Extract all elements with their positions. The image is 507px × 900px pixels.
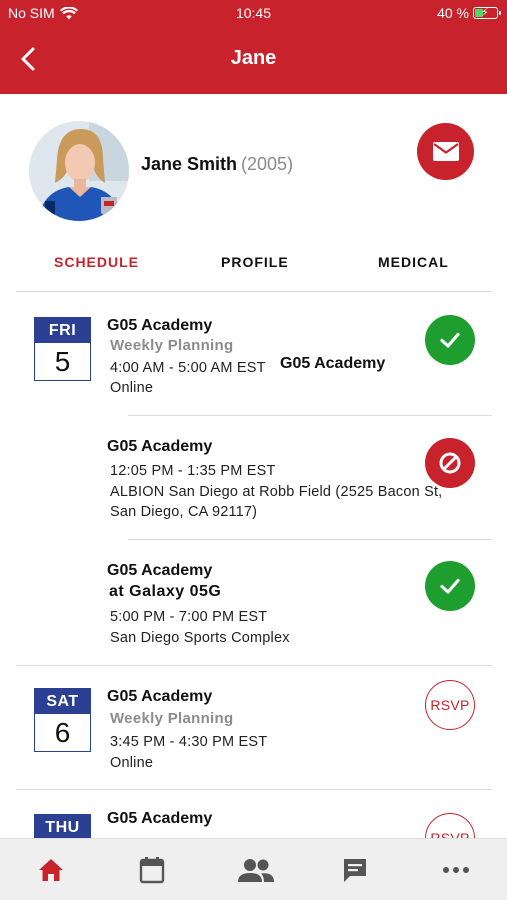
tab-messages[interactable] — [338, 853, 372, 887]
battery-percent: 40 % — [437, 5, 469, 21]
event-row[interactable]: G05 Academy 12:05 PM - 1:35 PM EST ALBIO… — [0, 416, 507, 538]
header: No SIM 10:45 40 % ⚡ Jane — [0, 0, 507, 94]
event-time: 5:00 PM - 7:00 PM EST — [110, 609, 268, 625]
event-subtitle: Weekly Planning — [110, 337, 234, 354]
tab-profile[interactable]: PROFILE — [221, 254, 289, 270]
tab-calendar[interactable] — [135, 853, 169, 887]
rsvp-button[interactable]: RSVP — [425, 813, 475, 838]
event-subtitle: Weekly Planning — [110, 710, 234, 727]
check-icon — [440, 332, 460, 348]
more-icon — [443, 867, 469, 873]
event-overlay-label: G05 Academy — [280, 355, 386, 372]
clock: 10:45 — [235, 5, 272, 21]
tab-home[interactable] — [34, 853, 68, 887]
rsvp-declined-button[interactable] — [425, 438, 475, 488]
schedule-list: FRI 5 G05 Academy Weekly Planning 4:00 A… — [0, 293, 507, 838]
event-row[interactable]: G05 Academy at Galaxy 05G 5:00 PM - 7:00… — [0, 540, 507, 665]
bottom-tab-bar — [0, 838, 507, 900]
event-time: 4:00 AM - 5:00 AM EST — [110, 360, 266, 376]
event-row[interactable]: THU G05 Academy RSVP — [0, 790, 507, 838]
rsvp-attending-button[interactable] — [425, 315, 475, 365]
date-weekday: FRI — [35, 318, 90, 343]
chat-icon — [344, 859, 366, 882]
message-button[interactable] — [417, 123, 474, 180]
event-location: San Diego Sports Complex — [110, 630, 290, 646]
event-row[interactable]: SAT 6 G05 Academy Weekly Planning 3:45 P… — [0, 666, 507, 788]
date-day: 5 — [54, 346, 71, 377]
event-location: Online — [110, 380, 154, 396]
date-badge: FRI 5 — [34, 317, 91, 381]
event-team: G05 Academy — [107, 810, 213, 827]
tab-medical[interactable]: MEDICAL — [378, 254, 449, 270]
tab-schedule[interactable]: SCHEDULE — [54, 254, 139, 270]
player-full-name: Jane Smith — [141, 154, 238, 174]
status-bar: No SIM 10:45 40 % ⚡ — [0, 0, 507, 28]
rsvp-button[interactable]: RSVP — [425, 680, 475, 730]
event-team: G05 Academy — [107, 438, 213, 455]
avatar-photo — [29, 121, 129, 221]
check-icon — [440, 578, 460, 594]
profile-tabs: SCHEDULE PROFILE MEDICAL — [16, 244, 492, 292]
event-team: G05 Academy — [107, 317, 213, 334]
event-opponent: at Galaxy 05G — [109, 583, 222, 600]
people-icon — [238, 859, 274, 882]
home-icon — [39, 859, 63, 881]
player-name: Jane Smith (2005) — [141, 154, 293, 175]
avatar[interactable] — [29, 121, 129, 221]
event-row[interactable]: FRI 5 G05 Academy Weekly Planning 4:00 A… — [0, 293, 507, 415]
event-location: Online — [110, 755, 154, 771]
battery-icon: ⚡ — [473, 7, 501, 19]
event-time: 12:05 PM - 1:35 PM EST — [110, 463, 276, 479]
date-day: 6 — [54, 717, 71, 748]
player-birth-year: (2005) — [241, 154, 294, 174]
event-location: ALBION San Diego at Robb Field (2525 Bac… — [110, 484, 443, 520]
date-badge: THU — [34, 814, 91, 838]
date-weekday: SAT — [35, 689, 90, 714]
rsvp-attending-button[interactable] — [425, 561, 475, 611]
calendar-icon — [139, 857, 165, 884]
tab-team[interactable] — [236, 853, 276, 887]
tab-more[interactable] — [439, 853, 473, 887]
battery-indicator: 40 % ⚡ — [437, 5, 501, 21]
event-team: G05 Academy — [107, 562, 213, 579]
mail-icon — [432, 142, 459, 161]
date-badge: SAT 6 — [34, 688, 91, 752]
event-time: 3:45 PM - 4:30 PM EST — [110, 734, 268, 750]
date-weekday: THU — [35, 815, 90, 838]
ban-icon — [439, 452, 461, 474]
page-title: Jane — [230, 47, 277, 69]
event-team: G05 Academy — [107, 688, 213, 705]
